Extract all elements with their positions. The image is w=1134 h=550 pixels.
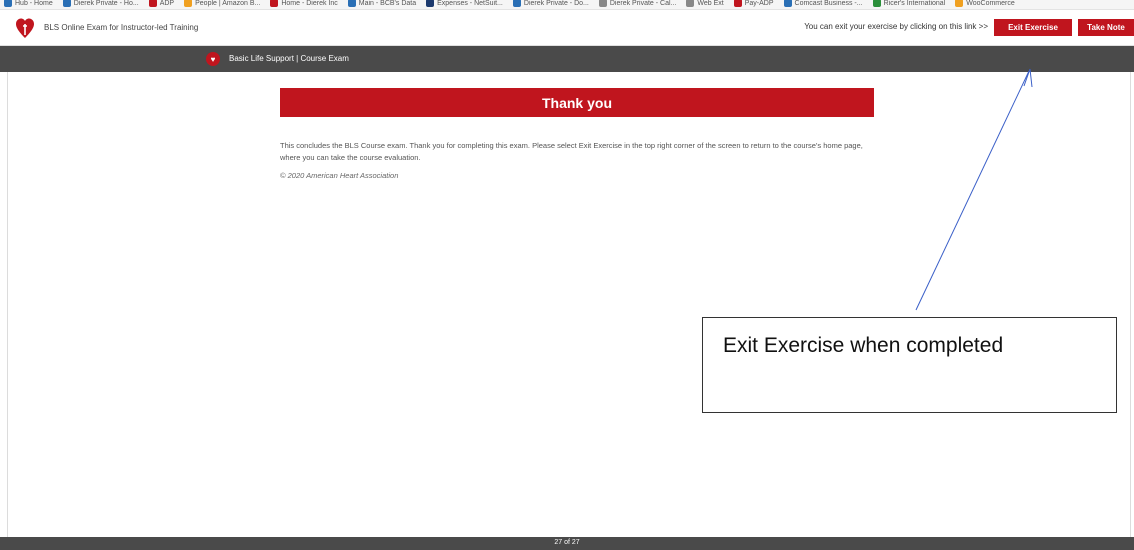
bookmark-label: Ricer's International [883, 0, 946, 7]
bookmark-favicon-icon [426, 0, 435, 7]
bookmark-favicon-icon [148, 0, 157, 7]
course-bar: ♥ Basic Life Support | Course Exam [0, 46, 1134, 72]
bookmark-favicon-icon [62, 0, 71, 7]
page-count: 27 of 27 [554, 539, 580, 546]
bookmark-item[interactable]: Dierek Private - Do... [512, 0, 589, 7]
bookmark-item[interactable]: Main - BCB's Data [347, 0, 417, 7]
bookmark-item[interactable]: WooCommerce [955, 0, 1015, 7]
bookmark-item[interactable]: Comcast Business -... [783, 0, 863, 7]
bookmark-favicon-icon [733, 0, 742, 7]
bookmark-label: Dierek Private - Cal... [609, 0, 677, 7]
bookmark-label: Home - Dierek Inc [281, 0, 338, 7]
bookmark-favicon-icon [783, 0, 792, 7]
bookmark-favicon-icon [347, 0, 356, 7]
bookmark-item[interactable]: Dierek Private - Cal... [598, 0, 677, 7]
copyright-text: © 2020 American Heart Association [280, 171, 399, 180]
footer-bar: 27 of 27 [0, 537, 1134, 550]
bookmark-favicon-icon [512, 0, 521, 7]
bookmark-favicon-icon [4, 0, 12, 7]
bookmark-label: WooCommerce [966, 0, 1015, 7]
bookmark-favicon-icon [598, 0, 607, 7]
bookmark-label: Hub - Home [15, 0, 53, 7]
bookmark-item[interactable]: Ricer's International [872, 0, 946, 7]
bookmark-label: Dierek Private - Do... [523, 0, 589, 7]
app-header: BLS Online Exam for Instructor-led Train… [0, 10, 1134, 46]
bookmark-item[interactable]: People | Amazon B... [184, 0, 260, 7]
thank-you-banner: Thank you [280, 88, 874, 117]
bookmark-label: Dierek Private - Ho... [73, 0, 139, 7]
bookmark-favicon-icon [184, 0, 193, 7]
take-note-button[interactable]: Take Note [1078, 19, 1134, 36]
bookmarks-row: Hub - Home Dierek Private - Ho... ADP Peopl… [4, 0, 1025, 9]
bookmark-favicon-icon [270, 0, 279, 7]
exit-hint-text: You can exit your exercise by clicking o… [804, 22, 988, 31]
bookmark-label: ADP [159, 0, 175, 7]
aha-heart-logo-icon [16, 18, 34, 38]
bookmark-label: Expenses - NetSuit... [437, 0, 503, 7]
bookmark-favicon-icon [872, 0, 881, 7]
bookmark-label: Web Ext [697, 0, 724, 7]
bookmark-favicon-icon [955, 0, 964, 7]
bookmark-label: People | Amazon B... [195, 0, 261, 7]
callout-text: Exit Exercise when completed [723, 334, 1004, 357]
bookmark-item[interactable]: Expenses - NetSuit... [426, 0, 503, 7]
bookmark-label: Main - BCB's Data [358, 0, 417, 7]
bookmark-item[interactable]: Hub - Home [4, 0, 53, 7]
annotation-callout: Exit Exercise when completed [702, 317, 1117, 413]
app-title: BLS Online Exam for Instructor-led Train… [44, 23, 199, 32]
exit-exercise-button[interactable]: Exit Exercise [994, 19, 1072, 36]
bookmark-item[interactable]: Pay-ADP [733, 0, 774, 7]
bookmark-item[interactable]: Home - Dierek Inc [270, 0, 338, 7]
aha-torch-icon: ♥ [206, 52, 220, 66]
bookmark-item[interactable]: Dierek Private - Ho... [62, 0, 139, 7]
bookmark-item[interactable]: Web Ext [686, 0, 724, 7]
bookmark-label: Pay-ADP [744, 0, 774, 7]
bookmark-label: Comcast Business -... [794, 0, 863, 7]
conclusion-text: This concludes the BLS Course exam. Than… [280, 141, 863, 162]
bookmark-item[interactable]: ADP [148, 0, 175, 7]
bookmark-favicon-icon [686, 0, 695, 7]
screenshot-root: Hub - Home Dierek Private - Ho... ADP Peopl… [0, 0, 1134, 550]
bookmarks-bar: Hub - Home Dierek Private - Ho... ADP Peopl… [0, 0, 1134, 10]
course-title: Basic Life Support | Course Exam [229, 54, 349, 63]
